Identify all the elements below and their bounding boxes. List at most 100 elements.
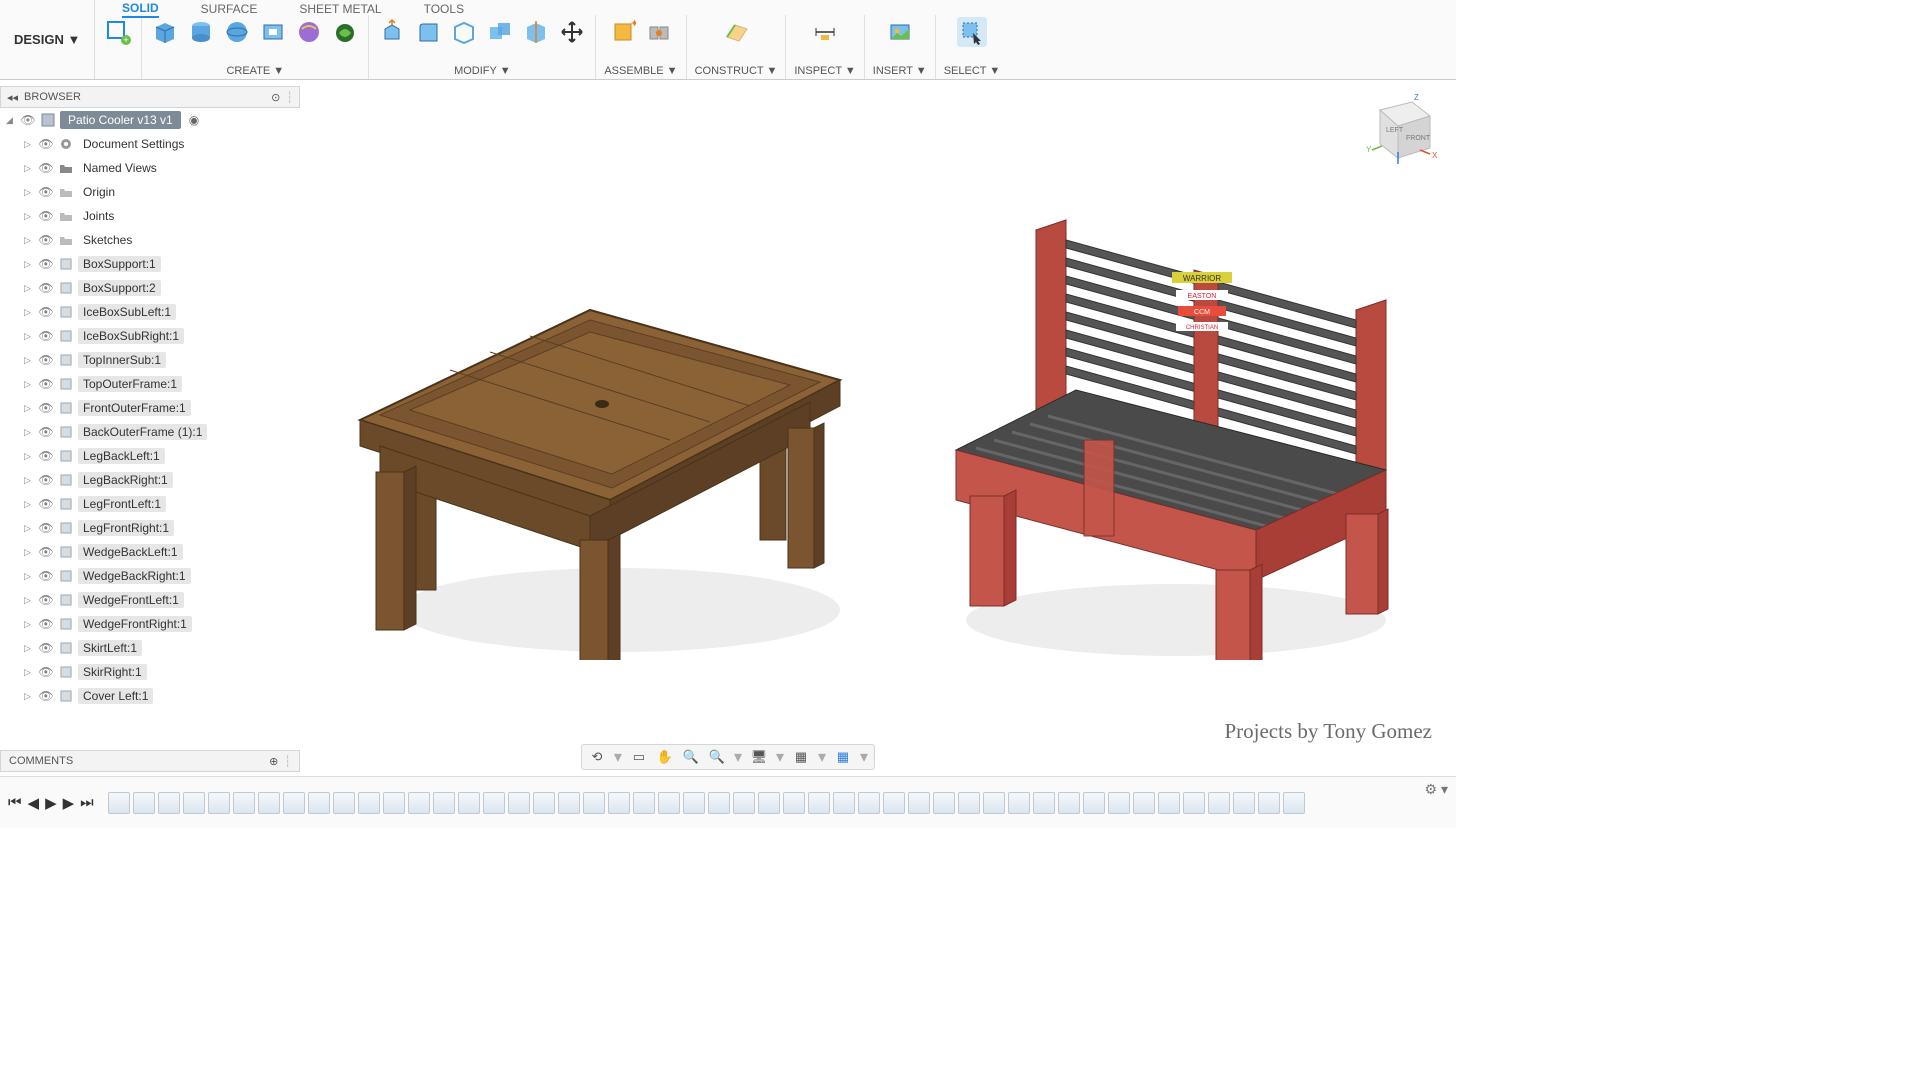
tab-solid[interactable]: SOLID bbox=[122, 1, 159, 18]
timeline-feature[interactable] bbox=[1083, 792, 1105, 814]
expand-icon[interactable]: ▷ bbox=[24, 403, 34, 414]
browser-row[interactable]: ▷👁BoxSupport:1 bbox=[6, 252, 300, 276]
item-label[interactable]: Sketches bbox=[78, 232, 137, 248]
comments-drag-icon[interactable]: ┆ bbox=[284, 755, 291, 768]
item-label[interactable]: Named Views bbox=[78, 160, 162, 176]
browser-row[interactable]: ▷👁Cover Left:1 bbox=[6, 684, 300, 708]
browser-row[interactable]: ▷👁WedgeBackLeft:1 bbox=[6, 540, 300, 564]
expand-icon[interactable]: ▷ bbox=[24, 619, 34, 630]
item-label[interactable]: LegBackRight:1 bbox=[78, 472, 173, 488]
item-label[interactable]: BoxSupport:1 bbox=[78, 256, 161, 272]
visibility-icon[interactable]: 👁 bbox=[38, 496, 54, 512]
item-label[interactable]: IceBoxSubRight:1 bbox=[78, 328, 184, 344]
item-label[interactable]: WedgeFrontRight:1 bbox=[78, 616, 192, 632]
timeline-feature[interactable] bbox=[533, 792, 555, 814]
timeline-feature[interactable] bbox=[158, 792, 180, 814]
item-label[interactable]: SkirtLeft:1 bbox=[78, 640, 142, 656]
timeline-feature[interactable] bbox=[1208, 792, 1230, 814]
timeline-feature[interactable] bbox=[1108, 792, 1130, 814]
timeline-feature[interactable] bbox=[658, 792, 680, 814]
browser-row[interactable]: ▷👁SkirRight:1 bbox=[6, 660, 300, 684]
derive-icon[interactable] bbox=[330, 17, 360, 47]
expand-icon[interactable]: ▷ bbox=[24, 307, 34, 318]
activate-radio-icon[interactable]: ◉ bbox=[189, 113, 199, 127]
visibility-icon[interactable]: 👁 bbox=[38, 376, 54, 392]
timeline-feature[interactable] bbox=[758, 792, 780, 814]
pan-icon[interactable]: ✋ bbox=[656, 748, 674, 766]
timeline-feature[interactable] bbox=[958, 792, 980, 814]
timeline-feature[interactable] bbox=[583, 792, 605, 814]
timeline-feature[interactable] bbox=[783, 792, 805, 814]
timeline-feature[interactable] bbox=[608, 792, 630, 814]
timeline-feature[interactable] bbox=[308, 792, 330, 814]
browser-row[interactable]: ▷👁IceBoxSubRight:1 bbox=[6, 324, 300, 348]
browser-row[interactable]: ▷👁LegFrontLeft:1 bbox=[6, 492, 300, 516]
expand-icon[interactable]: ▷ bbox=[24, 667, 34, 678]
visibility-icon[interactable]: 👁 bbox=[38, 568, 54, 584]
modify-label[interactable]: MODIFY ▼ bbox=[454, 65, 511, 77]
timeline-feature[interactable] bbox=[908, 792, 930, 814]
timeline-feature[interactable] bbox=[1133, 792, 1155, 814]
expand-icon[interactable]: ▷ bbox=[24, 331, 34, 342]
browser-row[interactable]: ▷👁BackOuterFrame (1):1 bbox=[6, 420, 300, 444]
timeline-feature[interactable] bbox=[683, 792, 705, 814]
expand-icon[interactable]: ▷ bbox=[24, 139, 34, 150]
item-label[interactable]: LegFrontRight:1 bbox=[78, 520, 174, 536]
item-label[interactable]: Origin bbox=[78, 184, 120, 200]
visibility-icon[interactable]: 👁 bbox=[38, 592, 54, 608]
expand-icon[interactable]: ▷ bbox=[24, 235, 34, 246]
tab-surface[interactable]: SURFACE bbox=[201, 2, 258, 16]
visibility-icon[interactable]: 👁 bbox=[38, 304, 54, 320]
timeline-feature[interactable] bbox=[508, 792, 530, 814]
visibility-icon[interactable]: 👁 bbox=[38, 448, 54, 464]
timeline-feature[interactable] bbox=[433, 792, 455, 814]
browser-row[interactable]: ▷👁LegBackRight:1 bbox=[6, 468, 300, 492]
timeline-feature[interactable] bbox=[133, 792, 155, 814]
expand-icon[interactable]: ▷ bbox=[24, 475, 34, 486]
browser-drag-icon[interactable]: ┆ bbox=[286, 91, 293, 104]
expand-icon[interactable]: ▷ bbox=[24, 163, 34, 174]
browser-row[interactable]: ▷👁WedgeFrontRight:1 bbox=[6, 612, 300, 636]
plane-icon[interactable] bbox=[721, 17, 751, 47]
expand-icon[interactable]: ▷ bbox=[24, 595, 34, 606]
timeline-feature[interactable] bbox=[108, 792, 130, 814]
timeline-start-icon[interactable]: ⏮ bbox=[8, 794, 22, 812]
browser-row[interactable]: ▷👁Sketches bbox=[6, 228, 300, 252]
item-label[interactable]: WedgeBackLeft:1 bbox=[78, 544, 183, 560]
cylinder-icon[interactable] bbox=[186, 17, 216, 47]
timeline-feature[interactable] bbox=[933, 792, 955, 814]
visibility-icon[interactable]: 👁 bbox=[38, 400, 54, 416]
move-icon[interactable] bbox=[557, 17, 587, 47]
timeline-feature[interactable] bbox=[708, 792, 730, 814]
visibility-icon[interactable]: 👁 bbox=[38, 688, 54, 704]
timeline-feature[interactable] bbox=[1233, 792, 1255, 814]
timeline-feature[interactable] bbox=[383, 792, 405, 814]
item-label[interactable]: FrontOuterFrame:1 bbox=[78, 400, 191, 416]
timeline-feature[interactable] bbox=[1008, 792, 1030, 814]
viewports-icon[interactable]: ▦ bbox=[834, 748, 852, 766]
timeline-feature[interactable] bbox=[208, 792, 230, 814]
expand-icon[interactable]: ▷ bbox=[24, 187, 34, 198]
browser-row[interactable]: ▷👁TopOuterFrame:1 bbox=[6, 372, 300, 396]
comments-add-icon[interactable]: ⊕ bbox=[269, 755, 278, 768]
browser-pin-icon[interactable]: ⊙ bbox=[271, 91, 280, 104]
timeline-feature[interactable] bbox=[833, 792, 855, 814]
visibility-icon[interactable]: 👁 bbox=[38, 256, 54, 272]
visibility-icon[interactable]: 👁 bbox=[38, 136, 54, 152]
form-icon[interactable] bbox=[294, 17, 324, 47]
root-label[interactable]: Patio Cooler v13 v1 bbox=[60, 111, 181, 129]
visibility-icon[interactable]: 👁 bbox=[38, 160, 54, 176]
browser-root-row[interactable]: ◢ 👁 Patio Cooler v13 v1 ◉ bbox=[6, 108, 300, 132]
browser-row[interactable]: ▷👁Joints bbox=[6, 204, 300, 228]
expand-icon[interactable]: ◢ bbox=[6, 115, 16, 126]
timeline-feature[interactable] bbox=[1183, 792, 1205, 814]
item-label[interactable]: Document Settings bbox=[78, 136, 189, 152]
item-label[interactable]: IceBoxSubLeft:1 bbox=[78, 304, 176, 320]
insert-icon[interactable] bbox=[885, 17, 915, 47]
display-icon[interactable]: 🖥 bbox=[750, 748, 768, 766]
create-label[interactable]: CREATE ▼ bbox=[226, 65, 284, 77]
model-bench[interactable]: WARRIOR EASTON CCM CHRISTIAN bbox=[916, 200, 1416, 660]
workspace-switcher[interactable]: DESIGN ▼ bbox=[0, 0, 95, 79]
orbit-icon[interactable]: ⟲ bbox=[588, 748, 606, 766]
expand-icon[interactable]: ▷ bbox=[24, 355, 34, 366]
